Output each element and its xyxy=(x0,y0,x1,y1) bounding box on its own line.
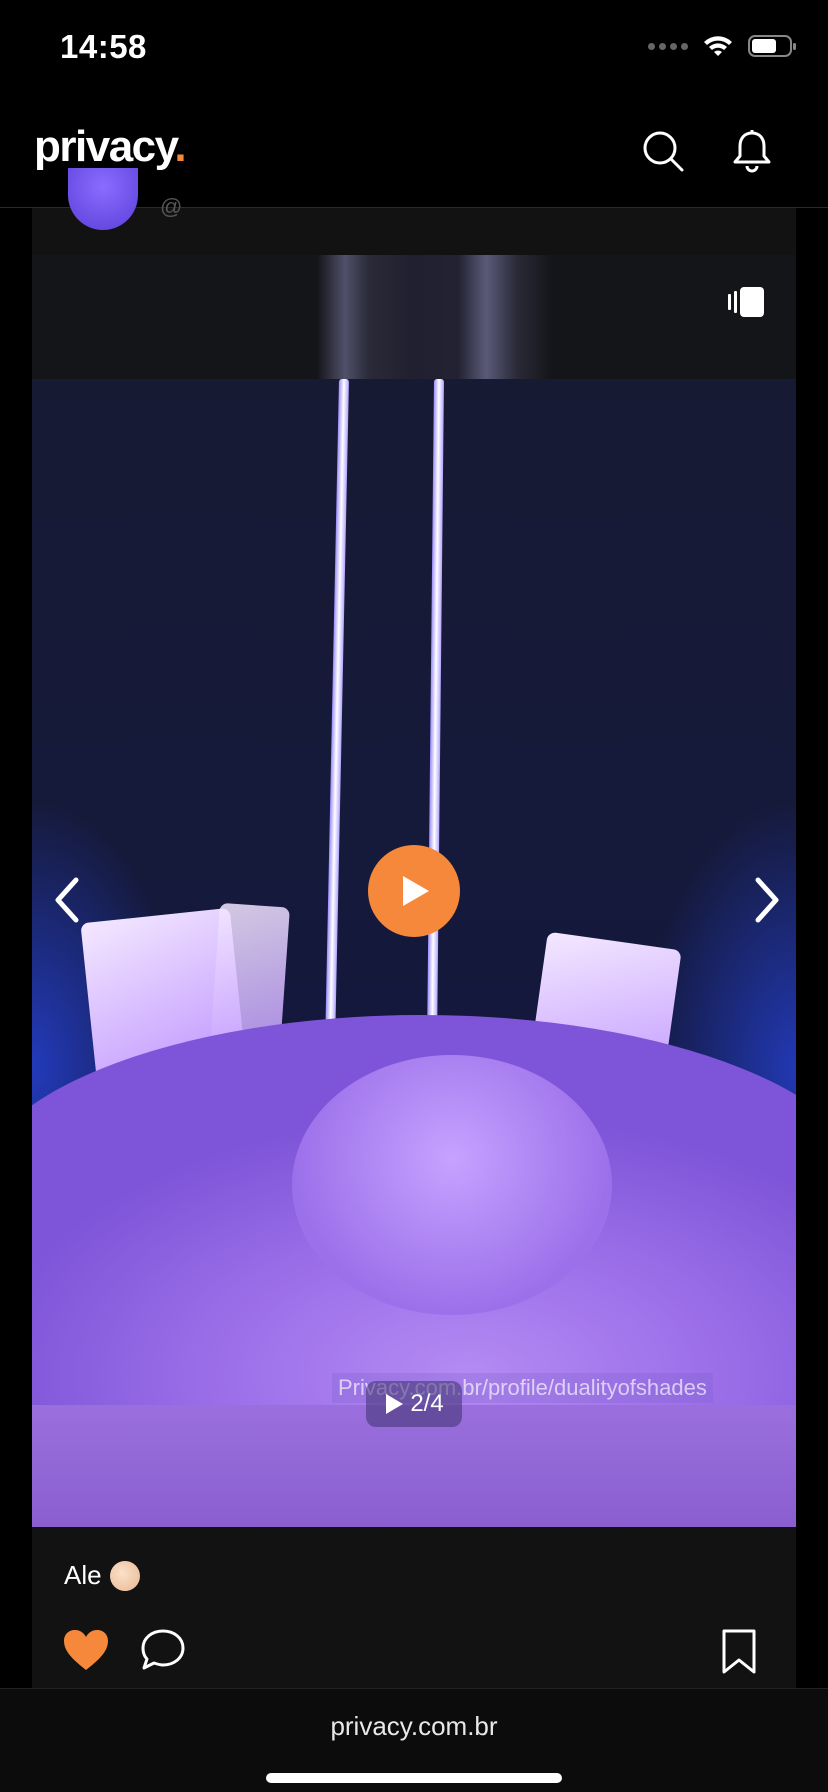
next-media-button[interactable] xyxy=(742,865,792,935)
battery-icon xyxy=(748,34,798,58)
post-media[interactable]: Privacy.com.br/profile/dualityofshades 2… xyxy=(32,255,796,1527)
status-icons xyxy=(648,34,798,58)
media-top-glow xyxy=(317,255,552,379)
like-button[interactable] xyxy=(62,1628,110,1677)
status-time: 14:58 xyxy=(60,28,147,65)
notifications-button[interactable] xyxy=(727,126,777,176)
search-icon xyxy=(643,131,684,172)
media-counter-text: 2/4 xyxy=(410,1390,444,1417)
chevron-right-icon xyxy=(755,877,779,923)
blanket-hump xyxy=(292,1055,612,1315)
cellular-signal-icon xyxy=(648,42,688,50)
post-caption: Ale xyxy=(64,1560,140,1591)
home-indicator[interactable] xyxy=(266,1773,562,1783)
logo-dot: . xyxy=(174,122,186,171)
media-counter: 2/4 xyxy=(366,1381,462,1427)
caption-text: Ale xyxy=(64,1560,102,1590)
bell-icon xyxy=(733,130,771,173)
play-small-icon xyxy=(386,1394,404,1414)
comment-icon xyxy=(141,1629,185,1670)
avatar[interactable] xyxy=(68,168,138,230)
browser-url[interactable]: privacy.com.br xyxy=(0,1711,828,1742)
wifi-icon xyxy=(702,34,734,58)
play-icon xyxy=(403,876,429,906)
browser-bottom-bar: privacy.com.br xyxy=(0,1688,828,1792)
logo-text: privacy xyxy=(34,122,176,171)
search-button[interactable] xyxy=(638,126,688,176)
heart-icon xyxy=(64,1630,108,1670)
comment-button[interactable] xyxy=(140,1628,186,1677)
status-bar: 14:58 xyxy=(0,0,828,100)
chevron-left-icon xyxy=(55,877,79,923)
bookmark-icon xyxy=(722,1629,756,1674)
multi-media-icon xyxy=(726,285,766,324)
privacy-logo[interactable]: privacy. xyxy=(34,122,187,172)
previous-media-button[interactable] xyxy=(42,865,92,935)
play-button[interactable] xyxy=(368,845,460,937)
post-handle[interactable]: @ xyxy=(160,194,182,220)
bookmark-button[interactable] xyxy=(720,1628,758,1681)
pinching-hand-emoji-icon xyxy=(109,1560,140,1591)
